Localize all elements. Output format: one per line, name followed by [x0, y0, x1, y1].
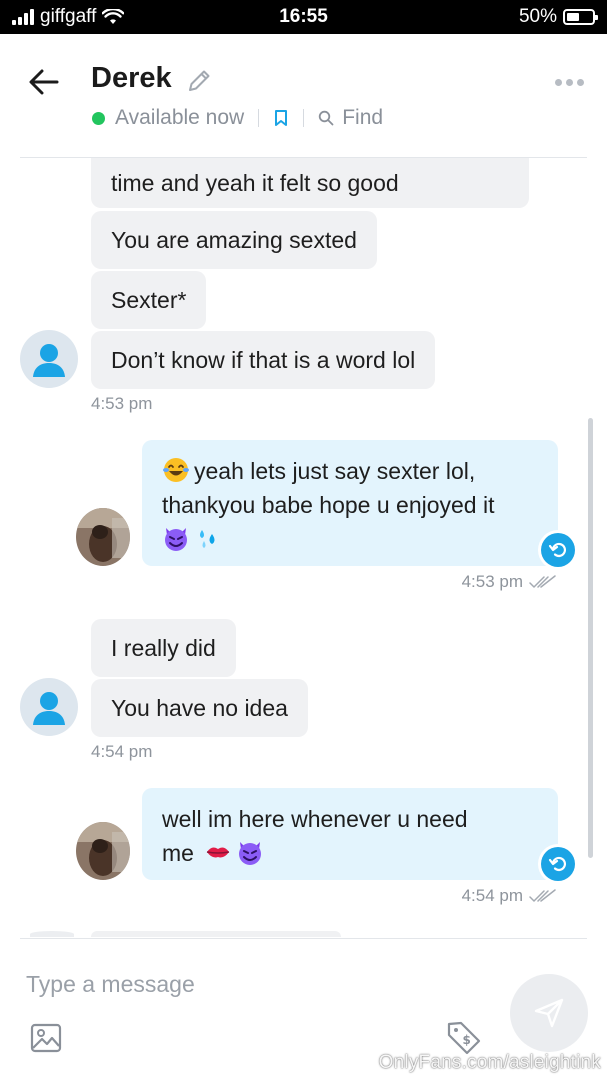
incoming-message[interactable]: You have no idea [91, 679, 308, 737]
next-message-avatar-peek [30, 931, 74, 937]
undo-icon [548, 856, 567, 872]
message-text: You have no idea [111, 695, 288, 721]
outgoing-message[interactable]: yeah lets just say sexter lol, thankyou … [142, 440, 558, 566]
watermark: OnlyFans.com/asleightink [378, 1052, 601, 1073]
battery-percent: 50% [518, 6, 557, 27]
undo-button[interactable] [541, 847, 575, 881]
status-bar: giffgaff 16:55 50% [0, 0, 607, 34]
own-avatar[interactable] [76, 508, 130, 566]
presence-row: Available now Find [92, 106, 383, 130]
battery-info: 50% [518, 6, 598, 28]
incoming-message[interactable]: time and yeah it felt so good [91, 158, 529, 208]
bookmark-icon [275, 110, 288, 126]
incoming-message[interactable]: You are amazing sexted [91, 211, 377, 269]
message-text: Don’t know if that is a word lol [111, 347, 416, 373]
message-list[interactable]: time and yeah it felt so good You are am… [0, 158, 607, 938]
own-avatar[interactable] [76, 822, 130, 880]
dot-icon [554, 78, 562, 86]
battery-icon [563, 9, 598, 25]
composer-divider [20, 938, 587, 939]
double-check-icon [529, 889, 556, 902]
divider [258, 109, 260, 127]
edit-name-button[interactable] [186, 68, 212, 94]
dot-icon [565, 78, 573, 86]
devil-emoji [165, 528, 187, 551]
message-text-line: thankyou babe hope u enjoyed it [162, 492, 495, 518]
kiss-lips-emoji [207, 847, 230, 858]
message-text: time and yeah it felt so good [111, 170, 399, 196]
outgoing-message[interactable]: well im here whenever u need me [142, 788, 558, 880]
laughing-tears-emoji [163, 458, 189, 482]
message-timestamp: 4:53 pm [461, 572, 523, 591]
more-options-button[interactable] [551, 70, 587, 94]
message-text: You are amazing sexted [111, 227, 357, 253]
user-placeholder-icon [33, 344, 65, 377]
message-text-line: well im here whenever u need [162, 806, 468, 832]
message-input[interactable] [26, 966, 466, 1002]
droplets-emoji [200, 530, 215, 548]
set-price-button[interactable]: $ [446, 1020, 482, 1056]
scrollbar[interactable] [588, 418, 593, 858]
contact-avatar[interactable] [20, 330, 78, 388]
image-icon [30, 1023, 62, 1053]
incoming-message[interactable]: I really did [91, 619, 236, 677]
chat-header: Derek Available now Find [0, 34, 607, 158]
pencil-icon [189, 70, 210, 91]
undo-icon [548, 542, 567, 558]
message-meta: 4:53 pm [462, 572, 557, 592]
bookmark-button[interactable] [273, 108, 289, 128]
search-icon [319, 110, 334, 126]
message-text-line: me [162, 840, 194, 866]
contact-avatar[interactable] [20, 678, 78, 736]
send-icon [534, 998, 564, 1028]
contact-name[interactable]: Derek [91, 62, 172, 95]
attach-image-button[interactable] [30, 1022, 62, 1054]
message-text-line: yeah lets just say sexter lol, [194, 458, 476, 484]
message-text: Sexter* [111, 287, 187, 313]
next-message-bubble-peek [91, 931, 341, 937]
price-tag-icon: $ [447, 1021, 481, 1055]
clock: 16:55 [279, 6, 328, 27]
find-button[interactable]: Find [318, 106, 383, 130]
profile-photo-icon [76, 822, 130, 880]
incoming-message[interactable]: Sexter* [91, 271, 207, 329]
message-timestamp: 4:54 pm [91, 742, 153, 761]
send-button[interactable] [510, 974, 588, 1052]
arrow-left-icon [29, 69, 59, 95]
double-check-icon [529, 575, 556, 588]
undo-button[interactable] [541, 533, 575, 567]
svg-text:$: $ [463, 1033, 471, 1047]
incoming-message[interactable]: Don’t know if that is a word lol [91, 331, 436, 389]
find-label: Find [342, 106, 384, 129]
emoji-row [162, 522, 538, 556]
profile-photo-icon [76, 508, 130, 566]
message-timestamp: 4:54 pm [461, 886, 523, 905]
presence-text: Available now [115, 106, 245, 129]
user-placeholder-icon [33, 692, 65, 725]
devil-emoji [239, 842, 262, 865]
message-meta: 4:54 pm [462, 886, 557, 906]
message-timestamp: 4:53 pm [91, 394, 153, 413]
dot-icon [576, 78, 584, 86]
online-status-dot [92, 111, 105, 125]
back-button[interactable] [24, 62, 64, 102]
divider [303, 109, 305, 127]
message-text: I really did [111, 635, 216, 661]
